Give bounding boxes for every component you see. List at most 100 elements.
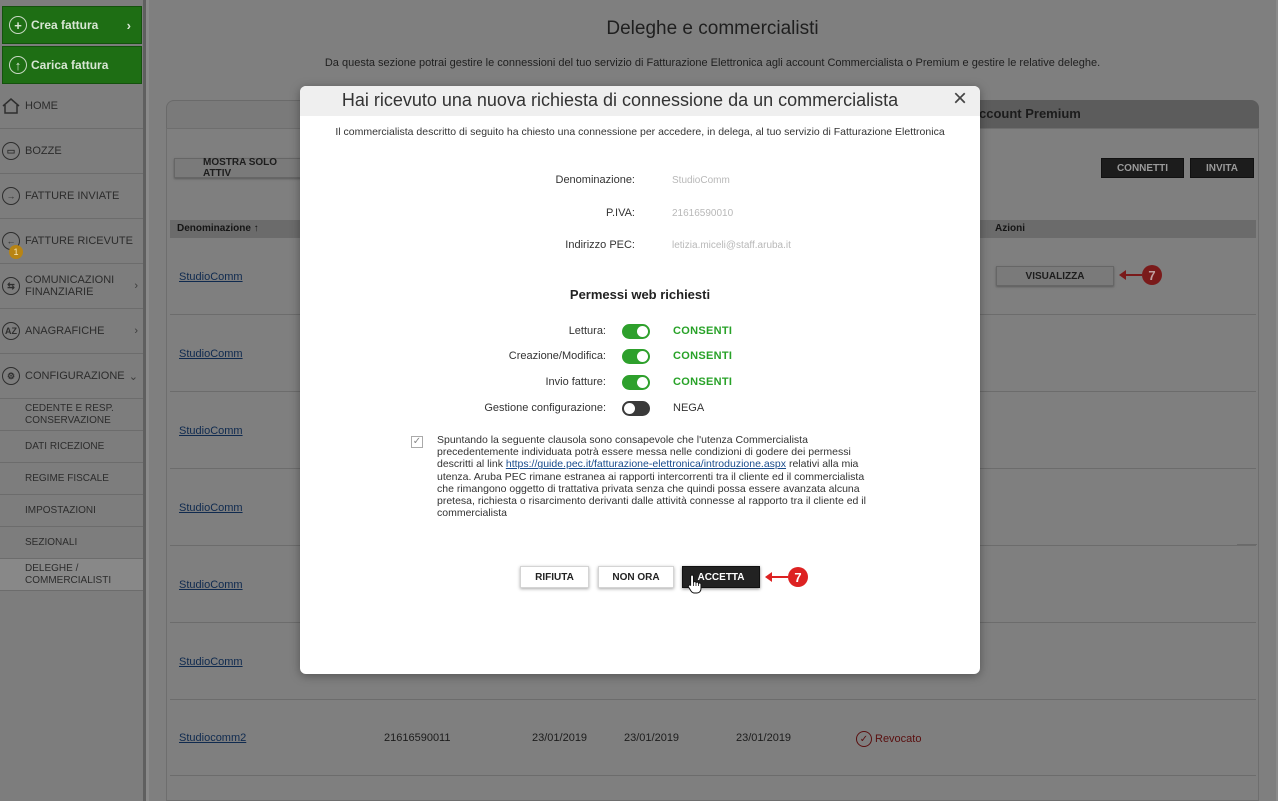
step-number: 7: [1142, 265, 1162, 285]
step-callout: 7: [765, 567, 808, 587]
step-callout: 7: [1119, 265, 1162, 285]
sidebar-item-drafts[interactable]: ▭ BOZZE: [0, 129, 143, 174]
sidebar-item-label: ANAGRAFICHE: [25, 325, 105, 337]
pec-value: letizia.miceli@staff.aruba.it: [672, 240, 791, 251]
name-label: Denominazione:: [555, 174, 636, 186]
row-name-link[interactable]: StudioComm: [179, 656, 243, 668]
drafts-icon: ▭: [2, 142, 20, 160]
permission-state: CONSENTI: [673, 376, 733, 388]
step-number: 7: [788, 567, 808, 587]
guide-link[interactable]: https://guide.pec.it/fatturazione-elettr…: [506, 458, 786, 470]
sidebar-subitem-delegations[interactable]: DELEGHE / COMMERCIALISTI: [0, 559, 143, 591]
sidebar-item-home[interactable]: HOME: [0, 84, 143, 129]
permission-state: CONSENTI: [673, 325, 733, 337]
chevron-right-icon: ›: [126, 17, 131, 33]
sidebar-item-received-invoices[interactable]: ← FATTURE RICEVUTE: [0, 219, 143, 264]
row-name-link[interactable]: Studiocomm2: [179, 732, 246, 744]
dialog-title: Hai ricevuto una nuova richiesta di conn…: [341, 90, 899, 110]
invite-button[interactable]: INVITA: [1190, 158, 1254, 178]
send-permission-toggle[interactable]: [622, 375, 650, 390]
permission-label: Gestione configurazione:: [484, 402, 606, 414]
row-name-link[interactable]: StudioComm: [179, 425, 243, 437]
status-label: Revocato: [875, 733, 922, 745]
connection-request-dialog: Hai ricevuto una nuova richiesta di conn…: [300, 86, 980, 674]
dialog-header: Hai ricevuto una nuova richiesta di conn…: [300, 86, 980, 116]
check-circle-icon: ✓: [856, 731, 872, 747]
row-date: 23/01/2019: [736, 732, 792, 744]
read-permission-toggle[interactable]: [622, 324, 650, 339]
dialog-intro: Il commercialista descritto di seguito h…: [335, 126, 945, 138]
chevron-right-icon: ›: [134, 280, 138, 292]
connect-button[interactable]: CONNETTI: [1101, 158, 1184, 178]
sidebar-subitem-settings[interactable]: IMPOSTAZIONI: [0, 495, 143, 527]
show-active-only-button[interactable]: MOSTRA SOLO ATTIV: [174, 157, 304, 179]
sidebar-item-label: FATTURE INVIATE: [25, 190, 120, 202]
arrow-left-icon: [1119, 270, 1142, 280]
row-name-link[interactable]: StudioComm: [179, 502, 243, 514]
gear-icon: ⚙: [2, 367, 20, 385]
edit-permission-toggle[interactable]: [622, 349, 650, 364]
divider: [1237, 544, 1257, 545]
sidebar-subitem-tax-regime[interactable]: REGIME FISCALE: [0, 463, 143, 495]
column-actions-header: Azioni: [995, 223, 1025, 234]
toggle-knob: [624, 403, 635, 414]
upload-invoice-button[interactable]: ↑ Carica fattura: [2, 46, 142, 84]
reject-button[interactable]: RIFIUTA: [520, 566, 589, 588]
home-icon: [2, 97, 20, 115]
plus-icon: +: [9, 16, 27, 34]
row-date: 23/01/2019: [532, 732, 588, 744]
vat-value: 21616590010: [672, 208, 734, 219]
view-button[interactable]: VISUALIZZA: [996, 266, 1114, 286]
chevron-right-icon: ›: [134, 325, 138, 337]
toggle-knob: [637, 351, 648, 362]
clause-checkbox[interactable]: ✓: [411, 436, 423, 448]
create-invoice-button[interactable]: + Crea fattura ›: [2, 6, 142, 44]
permission-label: Lettura:: [568, 325, 606, 337]
arrow-left-icon: [765, 572, 788, 582]
exchange-icon: ⇆: [2, 277, 20, 295]
close-icon[interactable]: ×: [950, 87, 970, 111]
name-value: StudioComm: [672, 175, 730, 186]
row-name-link[interactable]: StudioComm: [179, 271, 243, 283]
upload-icon: ↑: [9, 56, 27, 74]
az-icon: AZ: [2, 322, 20, 340]
sidebar-item-label: FATTURE RICEVUTE: [25, 235, 133, 247]
page-title: Deleghe e commercialisti: [606, 18, 819, 39]
toggle-knob: [637, 377, 648, 388]
sidebar-item-label: BOZZE: [25, 145, 62, 157]
clause-text: Spuntando la seguente clausola sono cons…: [437, 434, 867, 519]
row-name-link[interactable]: StudioComm: [179, 348, 243, 360]
table-row: Studiocomm2 21616590011 23/01/2019 23/01…: [170, 699, 1256, 776]
row-date: 23/01/2019: [624, 732, 680, 744]
sidebar-item-label: CONFIGURAZIONE: [25, 370, 125, 382]
permission-state: CONSENTI: [673, 350, 733, 362]
column-name-header[interactable]: Denominazione ↑: [177, 223, 259, 234]
arrow-right-icon: →: [2, 187, 20, 205]
create-invoice-label: Crea fattura: [31, 18, 99, 32]
sidebar-item-financial-communications[interactable]: ⇆ COMUNICAZIONI FINANZIARIE ›: [0, 264, 143, 309]
row-name-link[interactable]: StudioComm: [179, 579, 243, 591]
permission-label: Creazione/Modifica:: [508, 350, 606, 362]
sidebar-subitem-supplier[interactable]: CEDENTE E RESP. CONSERVAZIONE: [0, 399, 143, 431]
toggle-knob: [637, 326, 648, 337]
sidebar-item-label: COMUNICAZIONI FINANZIARIE: [25, 274, 115, 298]
sidebar-subitem-receiving-data[interactable]: DATI RICEZIONE: [0, 431, 143, 463]
not-now-button[interactable]: NON ORA: [598, 566, 674, 588]
sidebar-subitem-sections[interactable]: SEZIONALI: [0, 527, 143, 559]
sidebar: + Crea fattura › ↑ Carica fattura HOME ▭…: [0, 0, 146, 801]
vat-label: P.IVA:: [606, 207, 635, 219]
chevron-down-icon: ⌄: [128, 370, 138, 383]
permission-state: NEGA: [673, 402, 705, 414]
pec-label: Indirizzo PEC:: [565, 239, 635, 251]
sidebar-item-sent-invoices[interactable]: → FATTURE INVIATE: [0, 174, 143, 219]
page-description: Da questa sezione potrai gestire le conn…: [324, 57, 1101, 69]
sidebar-item-registry[interactable]: AZ ANAGRAFICHE ›: [0, 309, 143, 354]
sidebar-item-configuration[interactable]: ⚙ CONFIGURAZIONE ⌄: [0, 354, 143, 399]
row-vat: 21616590011: [384, 732, 451, 744]
notification-badge: 1: [9, 245, 23, 259]
config-permission-toggle[interactable]: [622, 401, 650, 416]
permission-label: Invio fatture:: [545, 376, 606, 388]
upload-invoice-label: Carica fattura: [31, 58, 109, 72]
status-badge: ✓ Revocato: [856, 731, 921, 747]
hand-cursor-icon: [687, 574, 703, 594]
